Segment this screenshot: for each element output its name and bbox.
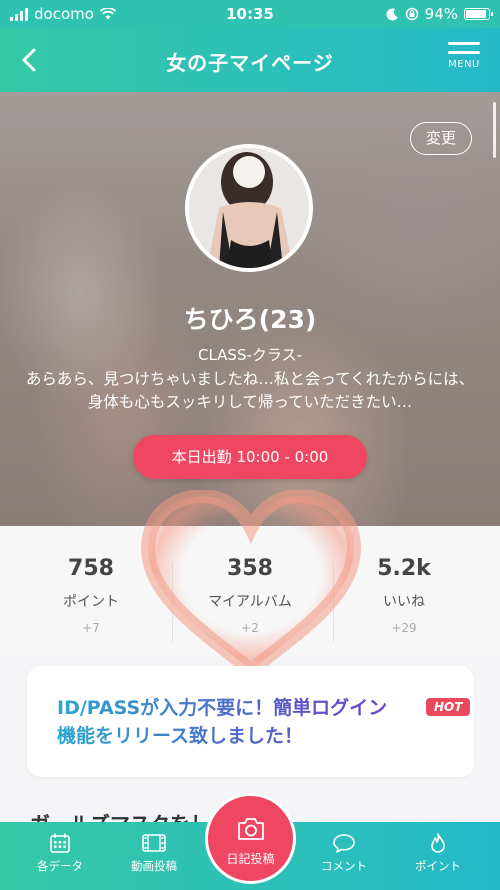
flame-icon: [431, 833, 445, 853]
tab-data[interactable]: 各データ: [20, 832, 100, 874]
stat-delta: +29: [391, 621, 417, 635]
app-header: 女の子マイページ MENU: [0, 28, 500, 92]
scroll-indicator: [493, 102, 496, 158]
diary-post-label: 日記投稿: [226, 852, 275, 866]
stat-my-album[interactable]: 358 マイアルバム +2: [170, 556, 330, 635]
tab-video-post[interactable]: 動画投稿: [114, 832, 194, 874]
hot-badge: HOT: [426, 698, 471, 716]
stat-value: 358: [227, 556, 273, 581]
tab-comment[interactable]: コメント: [304, 832, 384, 874]
tab-label: ポイント: [415, 859, 461, 873]
shop-name: CLASS-クラス-: [197, 346, 302, 364]
orientation-lock-icon: [405, 7, 418, 21]
hamburger-icon: [448, 42, 480, 45]
profile-name: ちひろ(23): [183, 305, 317, 334]
speech-bubble-icon: [333, 834, 355, 853]
shift-badge[interactable]: 本日出勤 10:00 - 0:00: [133, 435, 367, 479]
stat-delta: +7: [82, 621, 100, 635]
status-right: 94%: [386, 5, 493, 23]
avatar-photo: [189, 148, 309, 268]
tab-points[interactable]: ポイント: [398, 832, 478, 874]
calendar-icon: [50, 833, 70, 853]
avatar[interactable]: [185, 144, 313, 272]
stat-delta: +2: [241, 621, 259, 635]
tab-label: 各データ: [37, 859, 83, 873]
camera-icon: [237, 818, 264, 840]
moon-icon: [386, 7, 398, 20]
announcement-banner[interactable]: ID/PASSが入力不要に！簡単ログイン機能をリリース致しました！ HOT: [27, 666, 474, 777]
battery-icon: [464, 8, 493, 20]
stat-label: いいね: [383, 594, 425, 610]
profile-hero: 変更 ちひろ(23) CLASS-クラス- あらあら、見つけちゃいましたね…私と…: [0, 92, 500, 526]
stat-value: 758: [68, 556, 114, 581]
diary-post-button[interactable]: 日記投稿: [205, 793, 296, 884]
page-title: 女の子マイページ: [166, 51, 334, 75]
stat-value: 5.2k: [377, 556, 431, 581]
banner-text: ID/PASSが入力不要に！簡単ログイン機能をリリース致しました！: [57, 694, 392, 750]
stat-label: ポイント: [63, 594, 119, 610]
status-bar: docomo 10:35 94%: [0, 0, 500, 28]
film-icon: [142, 834, 166, 852]
battery-percent: 94%: [424, 5, 458, 23]
stat-likes[interactable]: 5.2k いいね +29: [324, 556, 484, 635]
tab-label: 動画投稿: [131, 859, 177, 873]
tab-label: コメント: [321, 859, 367, 873]
change-button[interactable]: 変更: [410, 122, 472, 155]
profile-description: あらあら、見つけちゃいましたね…私と会ってくれたからには、身体も心もスッキリして…: [25, 370, 475, 411]
stat-label: マイアルバム: [208, 594, 292, 610]
stats-panel: 758 ポイント +7 358 マイアルバム +2 5.2k いいね +29: [0, 526, 500, 656]
menu-label: MENU: [448, 59, 480, 70]
menu-button[interactable]: MENU: [446, 42, 482, 70]
stat-points[interactable]: 758 ポイント +7: [11, 556, 171, 635]
